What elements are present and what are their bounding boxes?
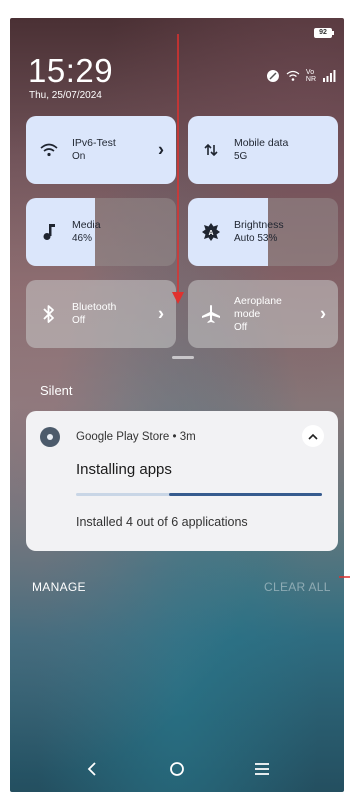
- bluetooth-icon: [26, 304, 72, 324]
- tile-aeroplane-title-line1: Aeroplane: [234, 294, 282, 307]
- tile-wifi[interactable]: IPv6-Test On ›: [26, 116, 176, 184]
- status-icons: Vo NR: [266, 68, 336, 84]
- notification-shade: 92 15:29 Thu, 25/07/2024 Vo NR IPv6-Test…: [10, 18, 344, 792]
- tile-wifi-title: IPv6-Test: [72, 137, 116, 149]
- wifi-icon: [26, 143, 72, 157]
- tile-mobile-data-title: Mobile data: [234, 137, 289, 149]
- navigation-bar: [10, 746, 344, 792]
- nfc-icon: [266, 70, 279, 82]
- music-note-icon: [26, 223, 72, 241]
- tile-brightness-slider[interactable]: A Brightness Auto 53%: [188, 198, 338, 266]
- tile-wifi-subtitle: On: [72, 151, 86, 162]
- collapse-button[interactable]: [302, 425, 324, 447]
- tile-media-title: Media: [72, 219, 101, 231]
- chevron-right-icon[interactable]: ›: [320, 304, 326, 325]
- clock: 15:29: [28, 52, 114, 89]
- tile-mobile-data-subtitle: 5G: [234, 151, 248, 162]
- data-arrows-icon: [188, 142, 234, 158]
- network-label-bottom: NR: [305, 76, 317, 83]
- clear-all-button[interactable]: CLEAR ALL: [264, 580, 331, 594]
- notification-card[interactable]: Google Play Store • 3m Installing apps I…: [26, 411, 338, 551]
- menu-icon: [254, 763, 269, 775]
- media-level-rest: [95, 198, 176, 266]
- battery-indicator: 92: [314, 28, 334, 38]
- date: Thu, 25/07/2024: [29, 90, 102, 101]
- tile-brightness-title: Brightness: [234, 219, 284, 231]
- recents-button[interactable]: [242, 749, 282, 789]
- notification-title: Installing apps: [76, 461, 172, 478]
- battery-level: 92: [319, 29, 327, 36]
- tile-aeroplane-subtitle: Off: [234, 321, 248, 333]
- chevron-up-icon: [308, 433, 318, 440]
- tile-bluetooth[interactable]: Bluetooth Off ›: [26, 280, 176, 348]
- chevron-right-icon[interactable]: ›: [158, 304, 164, 325]
- back-icon: [88, 762, 96, 776]
- section-label: Silent: [40, 383, 73, 398]
- network-label-top: Vo: [305, 69, 315, 76]
- brightness-icon: A: [188, 223, 234, 241]
- signal-icon: [323, 70, 336, 82]
- airplane-icon: [188, 304, 234, 324]
- home-icon: [170, 762, 184, 776]
- app-icon: [40, 427, 60, 447]
- notification-text: Installed 4 out of 6 applications: [76, 515, 248, 529]
- install-progress-fill: [169, 493, 322, 496]
- drag-handle[interactable]: [172, 356, 194, 359]
- back-button[interactable]: [72, 749, 112, 789]
- svg-text:A: A: [208, 230, 213, 237]
- tile-brightness-subtitle: Auto 53%: [234, 233, 278, 244]
- wifi-status-icon: [286, 70, 300, 81]
- chevron-right-icon[interactable]: ›: [158, 140, 164, 161]
- tile-bluetooth-title: Bluetooth: [72, 301, 117, 313]
- tile-media-subtitle: 46%: [72, 233, 93, 244]
- tile-mobile-data[interactable]: Mobile data 5G: [188, 116, 338, 184]
- home-button[interactable]: [157, 749, 197, 789]
- tile-aeroplane-title-line2: mode: [234, 307, 261, 320]
- network-type: Vo NR: [306, 69, 316, 83]
- tile-media-slider[interactable]: Media 46%: [26, 198, 176, 266]
- tile-bluetooth-subtitle: Off: [72, 315, 86, 326]
- install-progress-bar: [76, 493, 322, 496]
- tile-aeroplane-mode[interactable]: Aeroplane mode Off ›: [188, 280, 338, 348]
- notification-app-name: Google Play Store • 3m: [76, 431, 196, 443]
- manage-button[interactable]: MANAGE: [32, 580, 86, 594]
